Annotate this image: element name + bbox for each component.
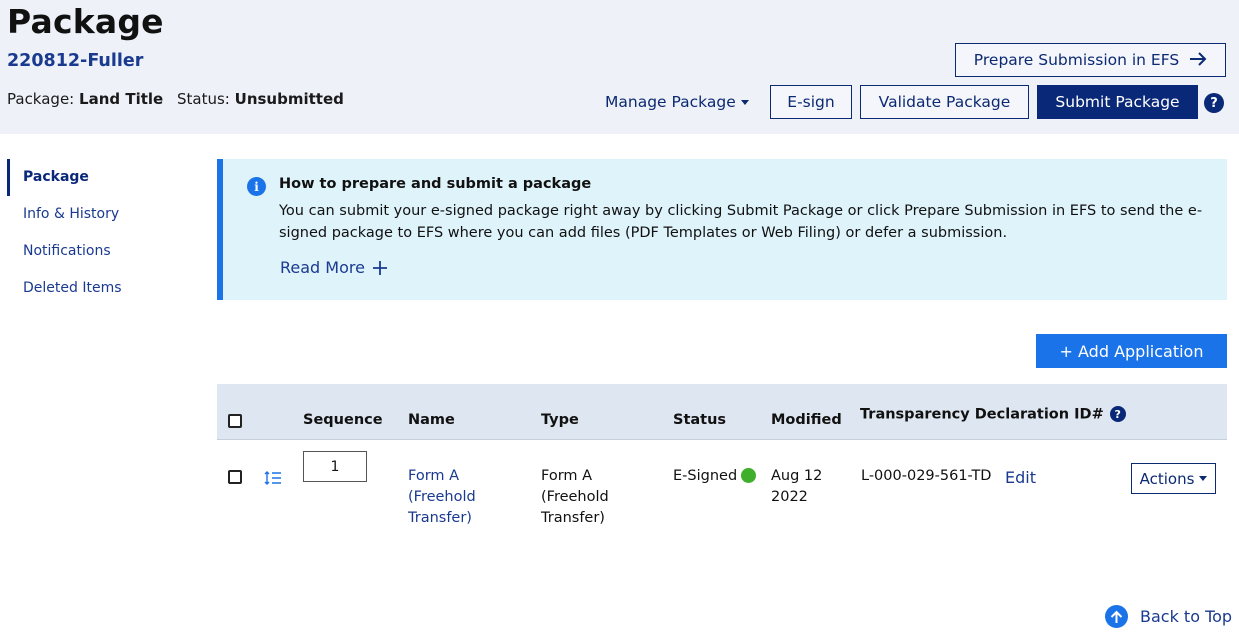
transparency-id: L-000-029-561-TD [861, 468, 992, 484]
sidebar-item-notifications[interactable]: Notifications [7, 233, 197, 270]
table-header: Sequence Name Type Status Modified Trans… [217, 384, 1227, 440]
application-type: Form A (Freehold Transfer) [541, 466, 609, 529]
sequence-input[interactable] [303, 451, 367, 482]
back-to-top-link[interactable]: Back to Top [1105, 605, 1232, 628]
validate-package-button[interactable]: Validate Package [860, 85, 1029, 119]
modified-date: Aug 12 2022 [771, 466, 822, 508]
signed-status-dot [741, 468, 757, 483]
sidebar-item-package[interactable]: Package [7, 159, 197, 196]
package-id: 220812-Fuller [7, 51, 144, 71]
application-type-line: Form A [541, 468, 593, 484]
application-name-link[interactable]: Form A (Freehold Transfer) [408, 466, 476, 529]
page-title: Package [7, 2, 164, 41]
package-header: Package 220812-Fuller Package: Land Titl… [0, 0, 1239, 134]
application-type-line: Transfer) [541, 510, 605, 526]
esign-button[interactable]: E-sign [770, 85, 852, 119]
help-icon[interactable]: ? [1109, 406, 1126, 422]
application-name-line: (Freehold [408, 489, 476, 505]
arrow-right-icon [1189, 50, 1207, 71]
submit-package-button[interactable]: Submit Package [1037, 85, 1198, 119]
info-icon: i [247, 177, 266, 196]
prepare-submission-button[interactable]: Prepare Submission in EFS [955, 43, 1226, 77]
package-status: Status: Unsubmitted [177, 90, 344, 108]
back-to-top-label: Back to Top [1140, 607, 1233, 626]
actions-label: Actions [1139, 469, 1195, 488]
read-more-label: Read More [280, 258, 365, 277]
package-status-value: Unsubmitted [234, 90, 344, 108]
column-transparency: Transparency Declaration ID#? [860, 406, 1126, 423]
prepare-submission-label: Prepare Submission in EFS [973, 51, 1180, 69]
caret-down-icon [740, 99, 749, 105]
info-callout: i How to prepare and submit a package Yo… [217, 159, 1227, 300]
read-more-link[interactable]: Read More [280, 258, 387, 277]
application-status: E-Signed [673, 466, 757, 487]
callout-body: You can submit your e-signed package rig… [279, 203, 1203, 241]
status-text: E-Signed [673, 468, 738, 484]
column-type: Type [541, 412, 579, 428]
caret-down-icon [1199, 476, 1208, 481]
select-all-checkbox[interactable] [228, 414, 242, 428]
row-checkbox[interactable] [228, 470, 242, 484]
column-name: Name [408, 412, 455, 428]
sidebar-item-info-history[interactable]: Info & History [7, 196, 197, 233]
sidebar-nav: Package Info & History Notifications Del… [7, 159, 197, 307]
modified-date-line: 2022 [771, 489, 808, 505]
package-type: Package: Land Title [7, 90, 163, 108]
column-modified: Modified [771, 412, 842, 428]
reorder-icon[interactable] [264, 470, 282, 486]
package-type-label: Package: [7, 90, 75, 108]
actions-dropdown[interactable]: Actions [1131, 463, 1216, 494]
column-status: Status [673, 412, 727, 428]
edit-link[interactable]: Edit [1005, 467, 1036, 488]
callout-title: How to prepare and submit a package [279, 176, 592, 192]
package-type-value: Land Title [79, 90, 164, 108]
arrow-up-icon [1105, 605, 1128, 628]
column-transparency-label: Transparency Declaration ID# [860, 406, 1104, 423]
package-status-label: Status: [177, 90, 230, 108]
plus-icon [372, 259, 387, 277]
application-type-line: (Freehold [541, 489, 609, 505]
application-name-line: Form A [408, 468, 460, 484]
manage-package-label: Manage Package [605, 93, 736, 111]
column-sequence: Sequence [303, 412, 383, 428]
sidebar-item-deleted-items[interactable]: Deleted Items [7, 270, 197, 307]
add-application-button[interactable]: + Add Application [1036, 334, 1227, 368]
application-name-line: Transfer) [408, 510, 472, 526]
modified-date-line: Aug 12 [771, 468, 823, 484]
help-icon[interactable]: ? [1204, 93, 1224, 113]
manage-package-dropdown[interactable]: Manage Package [605, 93, 749, 111]
